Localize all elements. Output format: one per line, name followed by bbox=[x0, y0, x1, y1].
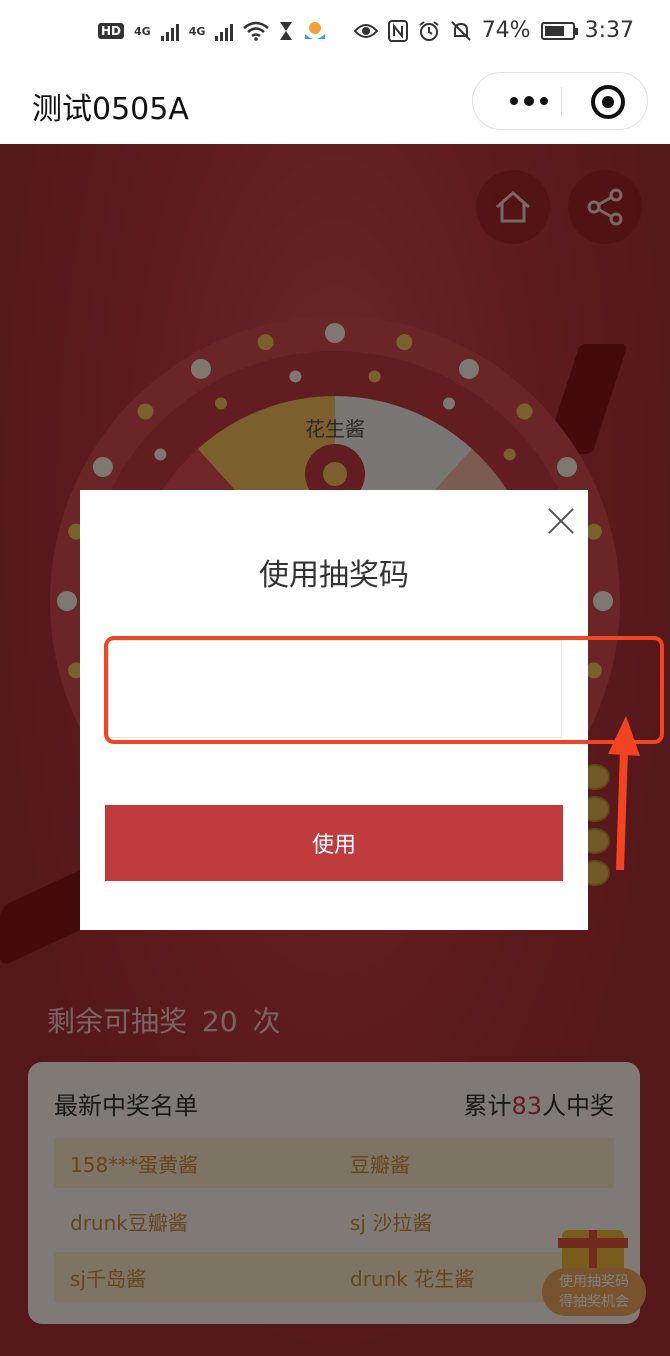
hourglass-icon bbox=[280, 22, 293, 40]
status-right: 74% 3:37 bbox=[353, 18, 634, 43]
status-bar: HD 4G 4G 74% 3:37 bbox=[0, 0, 670, 66]
dialog-title: 使用抽奖码 bbox=[259, 558, 409, 593]
battery-icon bbox=[540, 21, 578, 40]
capsule-menu bbox=[472, 72, 648, 130]
signal-icon bbox=[215, 21, 234, 41]
hd-icon: HD bbox=[98, 23, 125, 39]
highlight-box bbox=[104, 636, 664, 744]
wifi-icon bbox=[243, 21, 270, 41]
use-button[interactable]: 使用 bbox=[105, 805, 563, 881]
capsule-divider bbox=[561, 87, 562, 117]
mini-program-navbar: 测试0505A bbox=[0, 66, 670, 144]
network-type-2: 4G bbox=[188, 24, 206, 38]
app-icon bbox=[305, 22, 326, 39]
mute-icon bbox=[450, 20, 471, 41]
eye-icon bbox=[353, 23, 378, 38]
close-mini-program-icon[interactable] bbox=[591, 85, 625, 119]
signal-icon bbox=[160, 21, 179, 41]
more-icon[interactable] bbox=[499, 81, 559, 121]
annotation-arrow-icon bbox=[608, 716, 640, 870]
status-left: HD 4G 4G bbox=[98, 20, 327, 42]
clock: 3:37 bbox=[584, 18, 634, 43]
close-icon[interactable] bbox=[548, 508, 574, 534]
nfc-icon bbox=[387, 19, 408, 42]
page-title: 测试0505A bbox=[32, 92, 189, 127]
battery-percent: 74% bbox=[481, 18, 531, 43]
network-type-1: 4G bbox=[134, 24, 151, 38]
alarm-icon bbox=[419, 20, 439, 41]
